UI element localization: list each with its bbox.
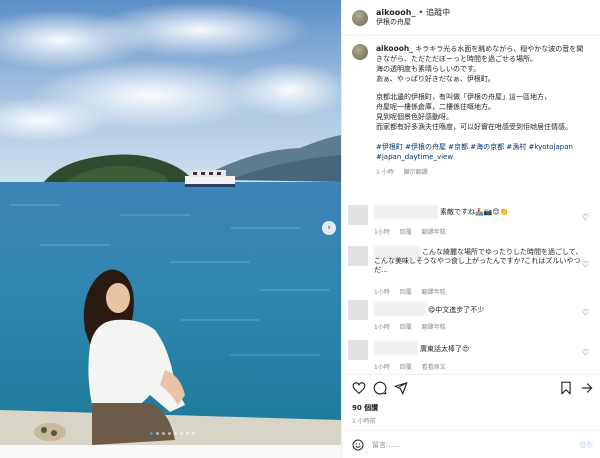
carousel-dot (156, 432, 159, 435)
comment-text: 廣東話太棒了😍 (420, 345, 470, 353)
caption-time: 1 小時 (376, 169, 394, 176)
caption-line: 海の透明度も素晴らしいのです。 (376, 65, 481, 73)
add-comment-bar: 發布 (342, 430, 600, 458)
reply-link[interactable]: 回覆 (400, 324, 412, 331)
caption-line: 舟屋呢一樓係倉庫，二樓係住嘅地方。 (376, 103, 495, 111)
comment-time: 1小時 (374, 289, 390, 296)
caption-line: 京都北邊的伊根町，有叫做「伊根の舟屋」這一區地方， (376, 93, 551, 101)
photo-footer-strip (0, 445, 341, 458)
blurred-username (374, 341, 418, 355)
comment-item: 廣東話太棒了😍 1小時 回覆 看看原文 ♡ (348, 340, 593, 372)
reply-link[interactable]: 回覆 (400, 289, 412, 296)
avatar[interactable] (352, 9, 368, 26)
like-count[interactable]: 90 個讚 (352, 403, 378, 413)
separator-dot: • (418, 8, 424, 18)
comment-item: 😋中文進步了不少 1小時 回覆 翻譯年糕 ♡ (348, 300, 593, 332)
comment-heart-icon[interactable]: ♡ (582, 348, 589, 357)
comment-time: 1小時 (374, 229, 390, 236)
commenter-avatar[interactable] (348, 246, 368, 266)
comment-text: 😋中文進步了不少 (428, 306, 485, 314)
comment-heart-icon[interactable]: ♡ (582, 308, 589, 317)
carousel-dot (192, 432, 195, 435)
share-icon[interactable] (394, 381, 408, 395)
comment-heart-icon[interactable]: ♡ (582, 213, 589, 222)
carousel-dot (186, 432, 189, 435)
blurred-username (374, 205, 438, 219)
carousel-dot (150, 432, 153, 435)
emoji-icon[interactable] (352, 439, 364, 451)
comment-time: 1小時 (374, 364, 390, 371)
see-translation-link[interactable]: 顯示翻譯 (404, 169, 428, 176)
carousel-dot (162, 432, 165, 435)
reply-link[interactable]: 回覆 (400, 229, 412, 236)
post-photo[interactable]: › (0, 0, 341, 445)
post-header: aikoooh_ • 追蹤中 伊根の舟屋 (342, 0, 600, 36)
caption-avatar[interactable] (352, 44, 368, 60)
hashtags[interactable]: #伊根町 #伊根の舟屋 #京都 #海の京都 #漁村 #kyotojapan #j… (376, 142, 588, 162)
translate-link[interactable]: 翻譯年糕 (422, 289, 446, 296)
translate-link[interactable]: 翻譯年糕 (422, 324, 446, 331)
comment-item: 素敵ですね🚣🏼‍♀️📷😊👏 1小時 回覆 翻譯年糕 ♡ (348, 205, 593, 237)
comment-icon[interactable] (373, 381, 387, 395)
caption: aikoooh_ キラキラ光る水面を眺めながら、穏やかな波の音を聞きながら、ただ… (352, 44, 592, 178)
location-link[interactable]: 伊根の舟屋 (376, 18, 450, 27)
like-heart-icon[interactable] (352, 381, 366, 395)
comment-heart-icon[interactable]: ♡ (582, 260, 589, 269)
translate-link[interactable]: 翻譯年糕 (422, 229, 446, 236)
caption-line: あぁ、やっぱり好きだなぁ、伊根町。 (376, 75, 495, 83)
next-image-button[interactable]: › (322, 221, 336, 235)
comment-text: 素敵ですね🚣🏼‍♀️📷😊👏 (440, 208, 509, 216)
following-button[interactable]: 追蹤中 (426, 8, 450, 18)
commenter-avatar[interactable] (348, 340, 368, 360)
chevron-right-icon: › (327, 222, 331, 233)
reply-link[interactable]: 回覆 (400, 364, 412, 371)
carousel-dot (180, 432, 183, 435)
caption-line: 而家都有好多漁夫住喺度，可以好實在咁感受到佢哋居住情感。 (376, 123, 572, 131)
caption-username[interactable]: aikoooh_ (376, 44, 413, 53)
post-comment-button[interactable]: 發布 (579, 440, 593, 450)
comment-time: 1小時 (374, 324, 390, 331)
instagram-post: › aikoooh_ • 追蹤中 伊根の舟屋 aikoooh_ キラキラ光る水面… (0, 0, 600, 458)
see-original-link[interactable]: 看看原文 (422, 364, 446, 371)
carousel-indicator (150, 432, 195, 435)
commenter-avatar[interactable] (348, 205, 368, 225)
caption-line: 見到呢個景色好感動呀。 (376, 113, 453, 121)
carousel-dot (174, 432, 177, 435)
save-bookmark-icon[interactable] (559, 381, 573, 395)
post-time: 1 小時前 (352, 418, 376, 425)
action-bar (342, 374, 600, 398)
comment-text: こんな綺麗な場所でゆったりした時間を過ごして、こんな美味しそうなやつ食し上がった… (374, 248, 583, 274)
carousel-dot (168, 432, 171, 435)
comment-input[interactable] (372, 437, 562, 453)
post-details-pane: aikoooh_ • 追蹤中 伊根の舟屋 aikoooh_ キラキラ光る水面を眺… (341, 0, 600, 458)
commenter-avatar[interactable] (348, 300, 368, 320)
seaside-photo (0, 0, 341, 445)
more-options-icon[interactable] (580, 381, 594, 395)
comment-item: こんな綺麗な場所でゆったりした時間を過ごして、こんな美味しそうなやつ食し上がった… (348, 246, 593, 296)
header-username[interactable]: aikoooh_ (376, 8, 415, 18)
bag (34, 423, 66, 441)
blurred-username (374, 302, 426, 316)
